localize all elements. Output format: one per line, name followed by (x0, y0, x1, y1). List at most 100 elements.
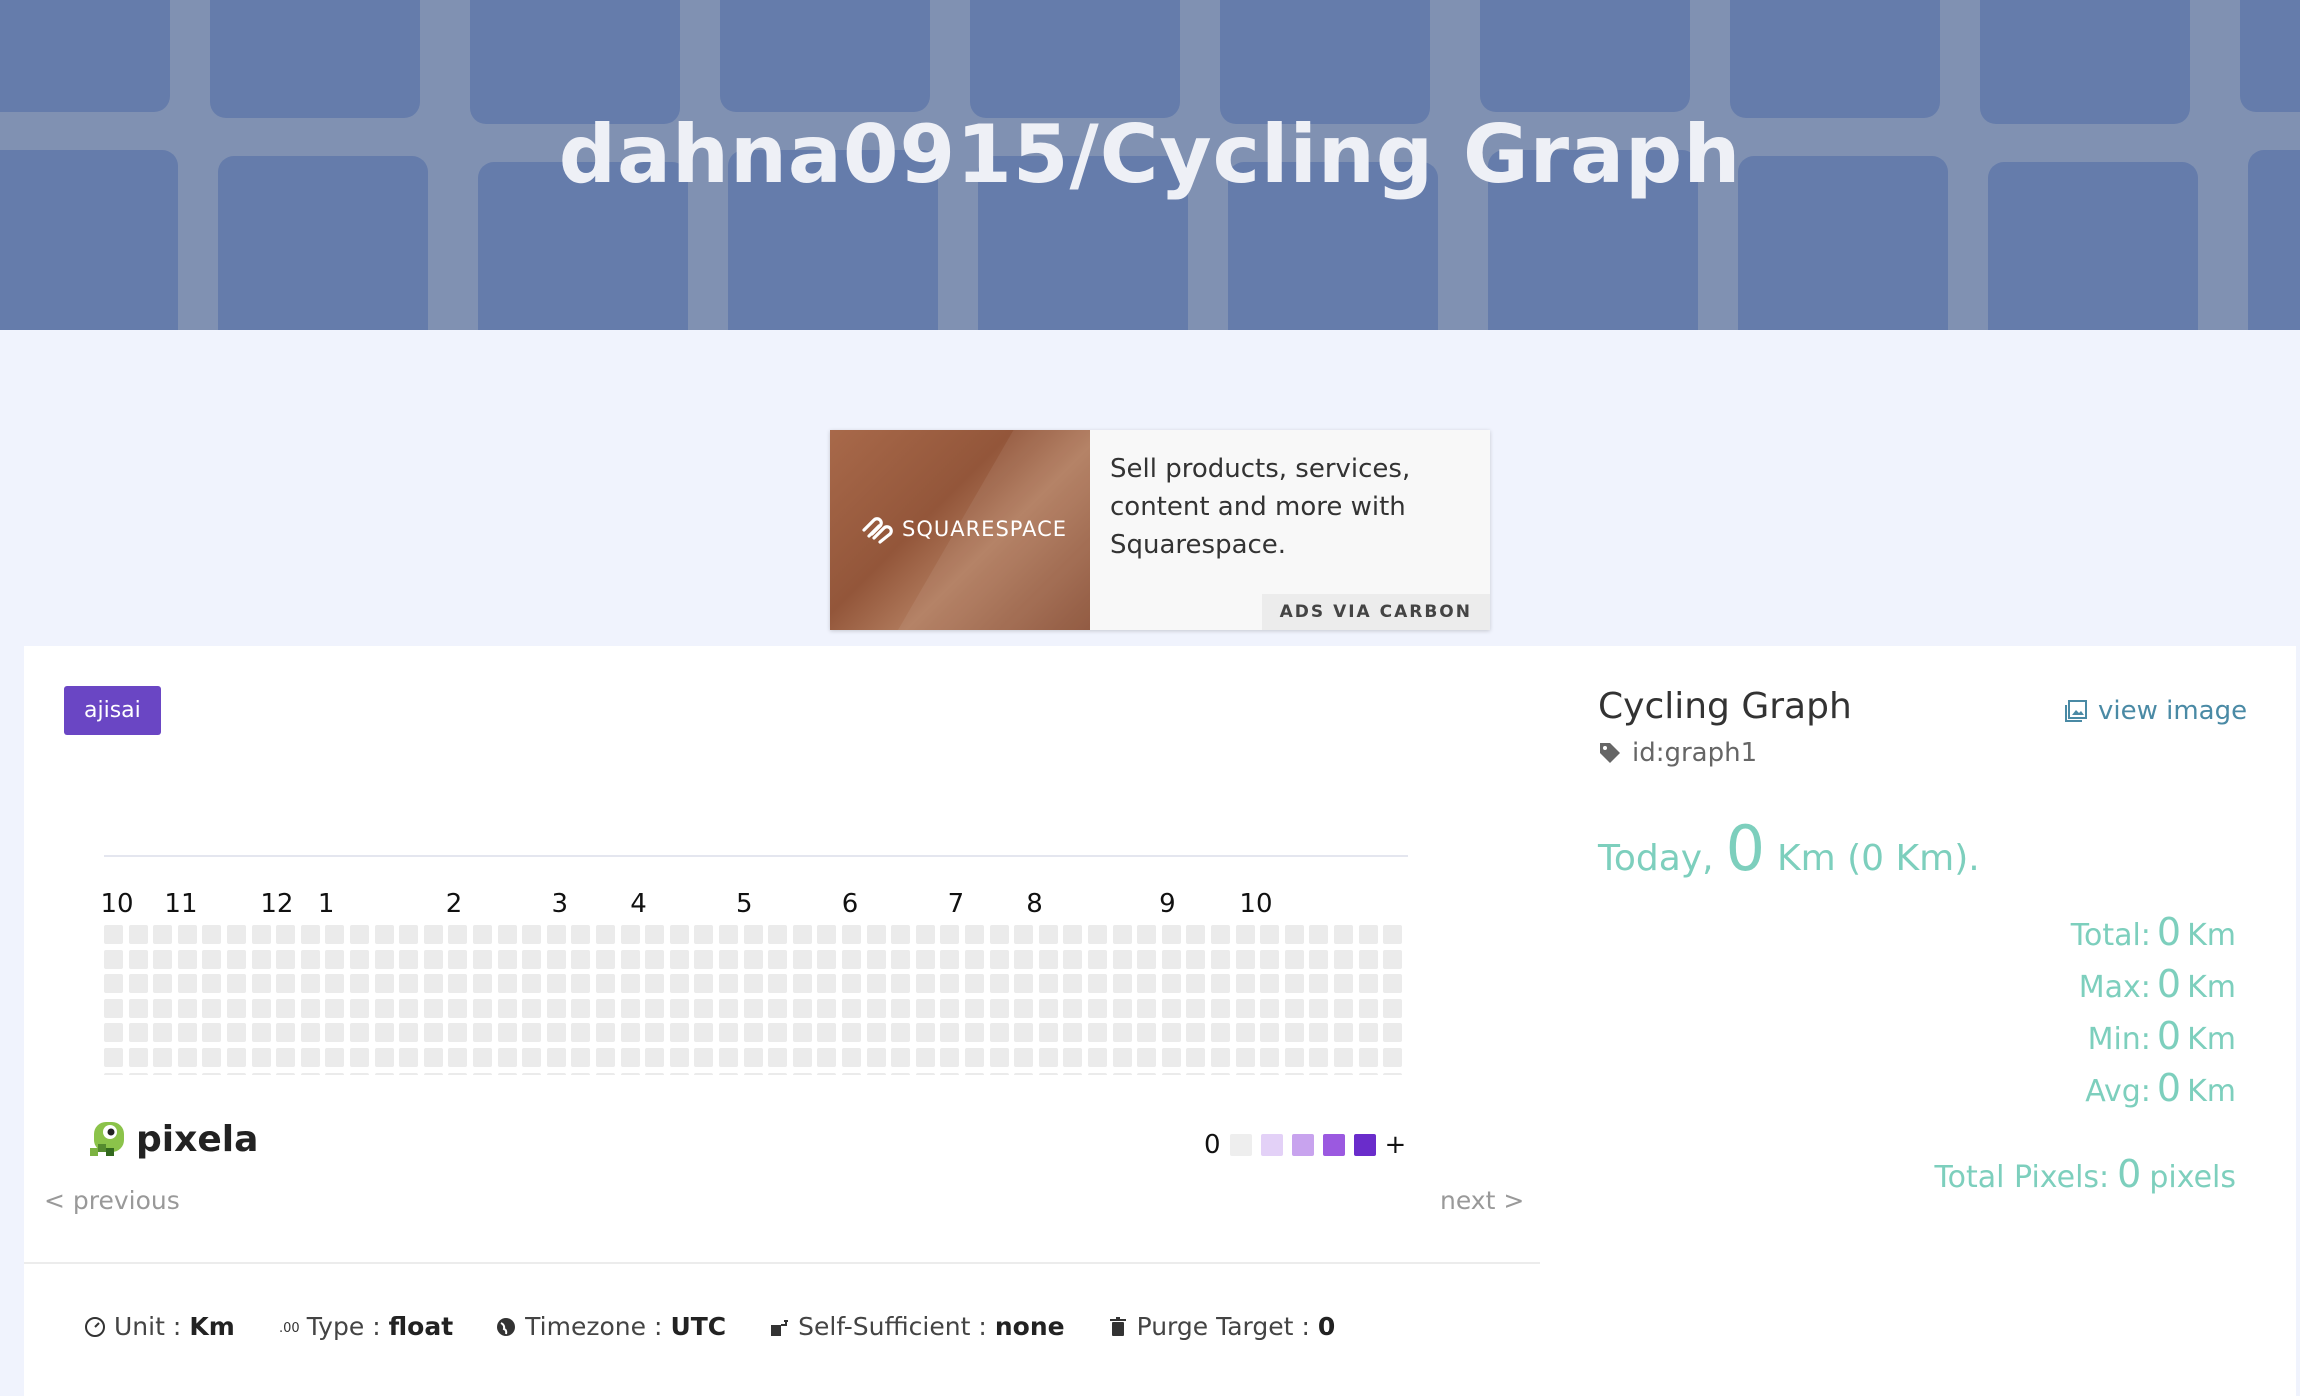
pixel-cell[interactable] (989, 1072, 1009, 1075)
pixel-cell[interactable] (768, 1048, 788, 1067)
pixel-cell[interactable] (1334, 925, 1353, 944)
pixel-cell[interactable] (743, 925, 763, 944)
pixel-cell[interactable] (596, 974, 615, 994)
pixel-cell[interactable] (497, 925, 517, 944)
pixel-cell[interactable] (153, 998, 173, 1018)
pixel-cell[interactable] (1137, 1072, 1157, 1075)
pixel-cell[interactable] (571, 925, 591, 944)
pixel-cell[interactable] (669, 949, 689, 969)
pixel-cell[interactable] (1063, 949, 1083, 969)
pixel-cell[interactable] (965, 1023, 984, 1043)
pixel-cell[interactable] (350, 925, 369, 944)
pixel-cell[interactable] (546, 1023, 566, 1043)
pixel-cell[interactable] (620, 998, 640, 1018)
pixel-cell[interactable] (128, 998, 148, 1018)
pixel-cell[interactable] (423, 925, 443, 944)
pixel-cell[interactable] (128, 925, 148, 944)
pixel-cell[interactable] (891, 925, 911, 944)
pixel-cell[interactable] (1211, 1023, 1230, 1043)
pixel-cell[interactable] (817, 949, 837, 969)
pixel-cell[interactable] (965, 949, 984, 969)
pixel-cell[interactable] (1038, 1023, 1058, 1043)
pixel-cell[interactable] (866, 998, 886, 1018)
pixel-cell[interactable] (866, 949, 886, 969)
pixel-cell[interactable] (1211, 998, 1230, 1018)
pixel-cell[interactable] (546, 949, 566, 969)
previous-link[interactable]: < previous (44, 1186, 180, 1215)
pixel-cell[interactable] (448, 1072, 468, 1075)
pixel-cell[interactable] (399, 925, 419, 944)
pixel-cell[interactable] (645, 998, 665, 1018)
pixel-cell[interactable] (719, 1048, 738, 1067)
pixel-cell[interactable] (989, 949, 1009, 969)
pixel-cell[interactable] (1284, 1048, 1304, 1067)
pixel-cell[interactable] (1260, 925, 1280, 944)
pixel-cell[interactable] (1186, 998, 1206, 1018)
pixel-cell[interactable] (1161, 1048, 1181, 1067)
pixel-cell[interactable] (522, 1023, 542, 1043)
pixel-cell[interactable] (300, 974, 320, 994)
pixel-cell[interactable] (227, 949, 246, 969)
pixel-cell[interactable] (1334, 998, 1353, 1018)
pixel-cell[interactable] (571, 1023, 591, 1043)
pixel-cell[interactable] (128, 1023, 148, 1043)
pixel-cell[interactable] (719, 925, 738, 944)
pixel-cell[interactable] (768, 1023, 788, 1043)
pixel-cell[interactable] (1358, 974, 1378, 994)
pixel-cell[interactable] (940, 1072, 960, 1075)
pixel-cell[interactable] (792, 949, 812, 969)
pixel-cell[interactable] (842, 1023, 861, 1043)
ad-text[interactable]: Sell products, services, content and mor… (1110, 450, 1460, 564)
pixel-cell[interactable] (842, 1048, 861, 1067)
pixel-cell[interactable] (669, 1023, 689, 1043)
pixel-cell[interactable] (1383, 1023, 1403, 1043)
pixel-cell[interactable] (1038, 949, 1058, 969)
pixel-cell[interactable] (645, 1048, 665, 1067)
pixel-cell[interactable] (251, 998, 271, 1018)
pixel-cell[interactable] (522, 1048, 542, 1067)
pixel-cell[interactable] (1383, 998, 1403, 1018)
pixel-cell[interactable] (694, 998, 714, 1018)
pixel-cell[interactable] (694, 1072, 714, 1075)
pixel-cell[interactable] (153, 1023, 173, 1043)
pixel-cell[interactable] (325, 1048, 345, 1067)
pixel-cell[interactable] (915, 974, 935, 994)
pixel-cell[interactable] (350, 974, 369, 994)
pixel-cell[interactable] (325, 1072, 345, 1075)
pixel-cell[interactable] (1334, 1023, 1353, 1043)
pixel-cell[interactable] (596, 1072, 615, 1075)
pixel-cell[interactable] (1284, 949, 1304, 969)
pixel-cell[interactable] (522, 1072, 542, 1075)
pixel-cell[interactable] (866, 925, 886, 944)
pixel-cell[interactable] (1088, 1048, 1107, 1067)
pixel-cell[interactable] (374, 998, 394, 1018)
pixel-cell[interactable] (1260, 1023, 1280, 1043)
pixel-cell[interactable] (792, 1023, 812, 1043)
pixel-cell[interactable] (645, 1023, 665, 1043)
pixel-cell[interactable] (251, 1048, 271, 1067)
pixel-cell[interactable] (276, 925, 296, 944)
pixel-cell[interactable] (399, 974, 419, 994)
pixel-cell[interactable] (1063, 1072, 1083, 1075)
pixel-cell[interactable] (842, 998, 861, 1018)
pixel-cell[interactable] (1161, 925, 1181, 944)
pixel-cell[interactable] (915, 1072, 935, 1075)
pixel-cell[interactable] (202, 974, 222, 994)
pixel-cell[interactable] (620, 1048, 640, 1067)
pixel-cell[interactable] (989, 998, 1009, 1018)
pixel-cell[interactable] (1014, 949, 1034, 969)
pixel-cell[interactable] (1383, 949, 1403, 969)
pixel-cell[interactable] (1235, 1023, 1255, 1043)
pixel-cell[interactable] (915, 1048, 935, 1067)
pixel-cell[interactable] (989, 1048, 1009, 1067)
pixel-cell[interactable] (792, 1048, 812, 1067)
pixel-cell[interactable] (989, 1023, 1009, 1043)
pixel-cell[interactable] (1014, 1072, 1034, 1075)
pixel-cell[interactable] (399, 949, 419, 969)
pixel-cell[interactable] (866, 1072, 886, 1075)
pixel-cell[interactable] (448, 998, 468, 1018)
pixel-cell[interactable] (374, 1072, 394, 1075)
pixel-cell[interactable] (104, 1072, 123, 1075)
pixel-cell[interactable] (325, 974, 345, 994)
ad-image[interactable]: SQUARESPACE (830, 430, 1090, 630)
